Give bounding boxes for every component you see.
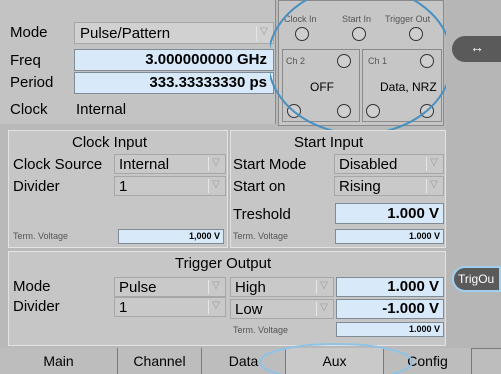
move-button[interactable]: ↔	[452, 36, 501, 62]
clock-value: Internal	[76, 101, 127, 118]
freq-value: 3.000000000 GHz	[145, 51, 267, 68]
threshold-field[interactable]: 1.000 V	[335, 203, 444, 224]
chevron-down-icon: ▽	[208, 179, 223, 193]
tab-main[interactable]: Main	[0, 348, 118, 374]
chevron-down-icon: ▽	[426, 179, 441, 193]
start-on-label: Start on	[233, 178, 286, 195]
mode-select-value: Pulse/Pattern	[80, 25, 171, 42]
clock-divider-value: 1	[119, 178, 128, 195]
trigger-term-value: 1.000 V	[408, 324, 440, 334]
chevron-down-icon: ▽	[316, 302, 331, 316]
clock-term-field[interactable]: 1,000 V	[118, 229, 224, 244]
high-value: 1.000 V	[387, 278, 439, 295]
low-field[interactable]: -1.000 V	[336, 299, 444, 319]
trigger-term-label: Term. Voltage	[233, 325, 289, 335]
mode-select[interactable]: Pulse/Pattern ▽	[74, 22, 274, 44]
clock-input-title: Clock Input	[72, 134, 148, 151]
trigger-term-field[interactable]: 1.000 V	[336, 322, 444, 337]
aux-tab-highlight	[259, 343, 413, 374]
chevron-down-icon: ▽	[256, 26, 271, 41]
clock-source-label: Clock Source	[13, 156, 103, 173]
low-value: -1.000 V	[382, 300, 439, 317]
start-on-select[interactable]: Rising ▽	[334, 176, 444, 196]
chevron-down-icon: ▽	[208, 300, 223, 314]
chevron-down-icon: ▽	[316, 280, 331, 294]
clock-term-value: 1,000 V	[188, 231, 220, 241]
trigout-button[interactable]: TrigOu	[452, 266, 501, 292]
start-mode-value: Disabled	[339, 156, 398, 173]
high-label: High	[235, 279, 266, 296]
tab-data-label: Data	[228, 353, 259, 369]
start-term-label: Term. Voltage	[233, 231, 289, 241]
clock-divider-select[interactable]: 1 ▽	[114, 176, 226, 196]
trigger-divider-select[interactable]: 1 ▽	[114, 297, 226, 317]
trigger-mode-select[interactable]: Pulse ▽	[114, 277, 226, 297]
start-mode-label: Start Mode	[233, 156, 307, 173]
trigger-mode-value: Pulse	[119, 279, 157, 296]
trigger-divider-value: 1	[119, 299, 128, 316]
tab-main-label: Main	[43, 353, 74, 369]
clock-label: Clock	[10, 101, 48, 118]
trigger-output-title: Trigger Output	[175, 255, 272, 272]
start-on-value: Rising	[339, 178, 381, 195]
chevron-down-icon: ▽	[208, 280, 223, 294]
chevron-down-icon: ▽	[208, 157, 223, 171]
threshold-value: 1.000 V	[387, 205, 439, 222]
clock-divider-label: Divider	[13, 178, 60, 195]
start-mode-select[interactable]: Disabled ▽	[334, 154, 444, 174]
threshold-label: Treshold	[233, 206, 291, 223]
mode-label: Mode	[10, 24, 48, 41]
start-term-field[interactable]: 1.000 V	[335, 229, 444, 244]
clock-source-select[interactable]: Internal ▽	[114, 154, 226, 174]
start-term-value: 1.000 V	[408, 231, 440, 241]
clock-source-value: Internal	[119, 156, 170, 173]
move-arrows-icon: ↔	[470, 39, 484, 55]
low-select[interactable]: Low ▽	[230, 299, 334, 319]
tab-channel[interactable]: Channel	[118, 348, 202, 374]
high-select[interactable]: High ▽	[230, 277, 334, 297]
period-value: 333.33333330 ps	[149, 74, 267, 91]
high-field[interactable]: 1.000 V	[336, 277, 444, 297]
low-label: Low	[235, 301, 263, 318]
freq-label: Freq	[10, 52, 41, 69]
freq-field[interactable]: 3.000000000 GHz	[74, 49, 274, 71]
trigout-label: TrigOu	[458, 272, 495, 286]
clock-term-label: Term. Voltage	[13, 231, 69, 241]
start-input-title: Start Input	[294, 134, 364, 151]
period-field[interactable]: 333.33333330 ps	[74, 72, 274, 94]
chevron-down-icon: ▽	[426, 157, 441, 171]
trigger-divider-label: Divider	[13, 298, 60, 315]
tab-channel-label: Channel	[133, 353, 186, 369]
period-label: Period	[10, 74, 54, 91]
trigger-mode-label: Mode	[13, 278, 51, 295]
